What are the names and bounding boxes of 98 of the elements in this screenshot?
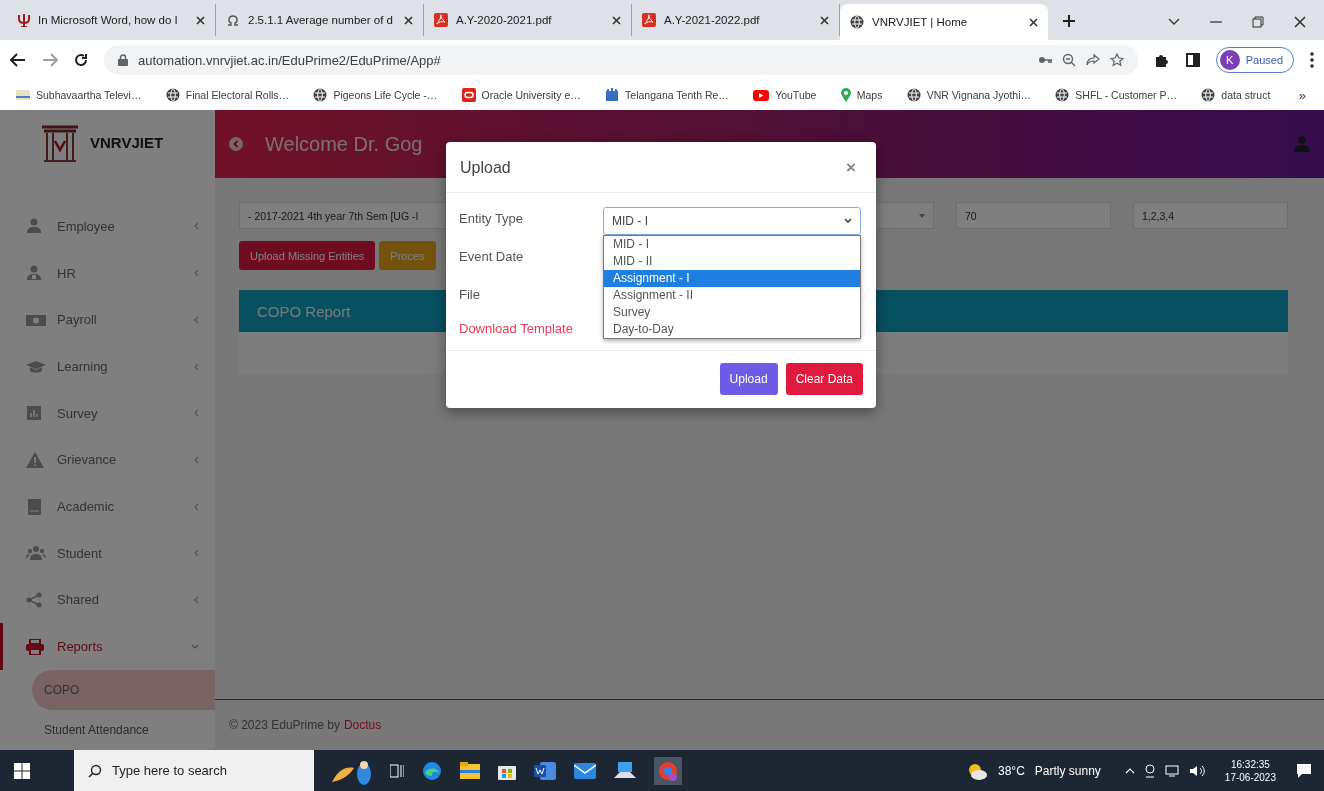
notification-icon[interactable]: [1296, 762, 1312, 779]
pdf-icon: [642, 13, 656, 27]
restore-icon[interactable]: [1252, 16, 1264, 28]
people-icon: [26, 545, 46, 562]
more-bookmarks-button[interactable]: »: [1294, 87, 1310, 103]
graduation-cap-icon: [26, 358, 46, 375]
chevron-down-icon[interactable]: [1168, 18, 1180, 26]
bookmark-link[interactable]: VNR Vignana Jyothi…: [906, 88, 1031, 102]
dialog-title: Upload: [460, 159, 511, 177]
bookmark-link[interactable]: Final Electoral Rolls…: [165, 88, 290, 102]
computer-icon[interactable]: [614, 761, 636, 780]
speaker-icon[interactable]: [1188, 764, 1205, 777]
warning-icon: [26, 451, 46, 468]
side-panel-icon[interactable]: [1185, 53, 1200, 67]
globe-icon: [165, 88, 180, 102]
dropdown-option[interactable]: Assignment - II: [604, 287, 860, 304]
puzzle-icon[interactable]: [1153, 52, 1170, 68]
field-label: Event Date: [459, 248, 525, 264]
forward-icon[interactable]: [42, 53, 58, 67]
reload-icon[interactable]: [74, 53, 88, 67]
folder-icon[interactable]: [460, 761, 480, 780]
dropdown-option[interactable]: Assignment - I: [604, 270, 860, 287]
globe-icon: [906, 88, 921, 102]
dialog-button[interactable]: Upload: [719, 363, 778, 395]
more-menu-icon[interactable]: [1310, 52, 1314, 68]
bookmark-link[interactable]: Maps: [840, 88, 883, 102]
back-icon[interactable]: [10, 53, 26, 67]
windows-start-icon[interactable]: [14, 762, 30, 779]
tv-icon: [16, 90, 30, 100]
lock-icon: [118, 54, 128, 66]
bookmark-link[interactable]: Telangana Tenth Re…: [605, 88, 729, 102]
close-icon[interactable]: [1029, 17, 1038, 27]
browser-tab[interactable]: In Microsoft Word, how do I: [8, 4, 216, 36]
map-pin-icon: [840, 88, 851, 102]
bookmark-link[interactable]: Subhavaartha Televi…: [16, 89, 142, 101]
collapse-sidebar-icon[interactable]: [229, 137, 243, 151]
chevron-up-icon[interactable]: [1124, 767, 1135, 774]
search-field[interactable]: Type here to search: [74, 750, 314, 791]
field-label: Entity Type: [459, 210, 525, 226]
oracle-icon: [461, 88, 476, 102]
caret-down-icon: [919, 213, 925, 218]
browser-tab[interactable]: 2.5.1.1 Average number of d: [216, 4, 424, 36]
dropdown-option[interactable]: MID - II: [604, 253, 860, 270]
pdf-icon: [434, 13, 448, 27]
plus-icon[interactable]: [1062, 14, 1076, 28]
copyright-text: © 2023 EduPrime by: [229, 718, 340, 732]
browser-icon[interactable]: [422, 760, 442, 781]
browser-tab[interactable]: A.Y-2021-2022.pdf: [632, 4, 840, 36]
document-app-icon[interactable]: [534, 761, 556, 780]
omega-icon: [226, 14, 240, 26]
input-field[interactable]: 70: [956, 202, 1111, 229]
network-icon[interactable]: [1164, 764, 1179, 777]
task-view-icon[interactable]: [390, 763, 404, 778]
bookmark-link[interactable]: SHFL - Customer P…: [1055, 88, 1178, 102]
key-icon[interactable]: [1037, 56, 1052, 64]
mail-icon[interactable]: [574, 762, 596, 779]
dropdown-option[interactable]: MID - I: [604, 236, 860, 253]
clock-time: 16:32:35: [1230, 757, 1270, 771]
input-field[interactable]: 1,2,3,4: [1133, 202, 1288, 229]
zoom-out-icon[interactable]: [1061, 53, 1076, 67]
profile-button[interactable]: K Paused: [1215, 47, 1294, 73]
close-icon[interactable]: [612, 15, 621, 25]
weather-text: Partly sunny: [1034, 763, 1101, 778]
welcome-title: Welcome Dr. Gog: [265, 132, 424, 156]
submenu-item[interactable]: Student Attendance: [32, 710, 215, 750]
star-icon[interactable]: [1109, 53, 1124, 67]
weather-icon[interactable]: [966, 761, 988, 780]
entity-type-select[interactable]: MID - I: [603, 207, 861, 235]
temperature-text: 38°C: [998, 763, 1025, 778]
close-button[interactable]: ×: [840, 158, 862, 178]
printer-icon: [26, 638, 46, 655]
chevron-down-icon: [844, 218, 852, 224]
trident-icon: [18, 13, 30, 27]
globe-icon: [850, 15, 864, 29]
close-icon[interactable]: [1294, 16, 1306, 28]
close-icon[interactable]: [196, 15, 205, 25]
dialog-button[interactable]: Clear Data: [785, 363, 863, 395]
dropdown-option[interactable]: Survey: [604, 304, 860, 321]
address-bar[interactable]: automation.vnrvjiet.ac.in/EduPrime2/EduPrime/App#: [104, 45, 1138, 75]
webcam-icon[interactable]: [1144, 763, 1155, 778]
browser-tab[interactable]: VNRVJIET | Home: [840, 4, 1048, 40]
bookmark-link[interactable]: YouTube: [753, 89, 817, 101]
close-icon[interactable]: [820, 15, 829, 25]
bookmark-link[interactable]: data struct: [1201, 88, 1271, 102]
play-icon: [753, 89, 770, 101]
browser-tab[interactable]: A.Y-2020-2021.pdf: [424, 4, 632, 36]
circle-app-icon[interactable]: [654, 756, 682, 785]
globe-icon: [1201, 88, 1216, 102]
share-icon[interactable]: [1085, 53, 1100, 67]
search-icon: [88, 764, 102, 778]
close-icon[interactable]: [404, 15, 413, 25]
avatar: K: [1219, 50, 1240, 70]
globe-icon: [313, 88, 328, 102]
clock-date: 17-06-2023: [1224, 770, 1276, 784]
bookmark-link[interactable]: Pigeons Life Cycle -…: [313, 88, 438, 102]
bookmark-link[interactable]: Oracle University e…: [461, 88, 581, 102]
globe-icon: [1055, 88, 1070, 102]
brand-name: VNRVJIET: [90, 134, 164, 152]
